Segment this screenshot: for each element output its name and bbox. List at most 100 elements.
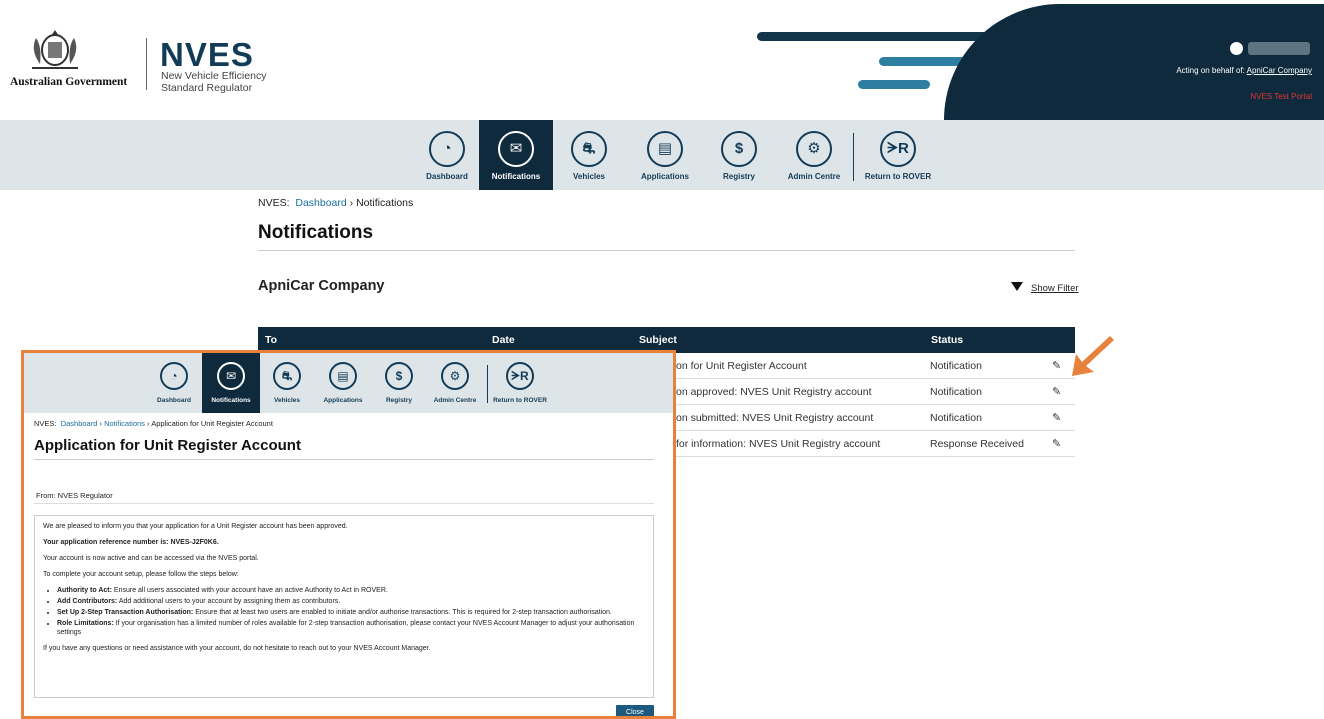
cell-subject: on for Unit Register Account: [676, 360, 807, 372]
from-divider: [34, 503, 654, 504]
page-title: Notifications: [258, 222, 374, 243]
step-text: If your organisation has a limited numbe…: [57, 620, 635, 636]
list-item: Add Contributors: Add additional users t…: [57, 597, 645, 606]
column-header-subject[interactable]: Subject: [639, 334, 677, 346]
speedometer-icon: ◔: [160, 362, 188, 390]
notification-from: From: NVES Regulator: [36, 491, 113, 500]
cell-status: Notification: [930, 386, 982, 398]
column-header-status[interactable]: Status: [931, 334, 963, 346]
body-paragraph: To complete your account setup, please f…: [43, 571, 239, 578]
user-name-redacted[interactable]: [1248, 42, 1310, 55]
nav-label: Return to ROVER: [864, 172, 932, 181]
title-divider: [34, 459, 654, 460]
nav-label: Registry: [722, 172, 755, 181]
breadcrumb-dashboard-link[interactable]: Dashboard: [61, 419, 98, 428]
nav-item-registry[interactable]: $ Registry: [706, 120, 772, 190]
nav-item-vehicles[interactable]: ⛐ Vehicles: [260, 353, 314, 413]
dollar-exchange-icon: $: [721, 131, 757, 167]
nav-divider: [853, 133, 854, 181]
nav-item-notifications[interactable]: ✉ Notifications: [202, 353, 260, 413]
edit-icon[interactable]: ✎: [1052, 359, 1061, 372]
body-paragraph: Your account is now active and can be ac…: [43, 555, 259, 562]
nav-label: Admin Centre: [787, 172, 841, 181]
nav-label: Vehicles: [572, 172, 606, 181]
main-nav: ◔ Dashboard ✉ Notifications ⛐ Vehicles ▤…: [0, 120, 1324, 190]
breadcrumb-dashboard-link[interactable]: Dashboard: [295, 197, 346, 209]
nav-label: Notifications: [491, 172, 541, 181]
callout-arrow-icon: [1072, 336, 1114, 376]
breadcrumb-separator: ›: [147, 419, 150, 428]
nav-label: Admin Centre: [433, 397, 477, 404]
gear-icon: ⚙: [441, 362, 469, 390]
logo-divider: [146, 38, 147, 90]
notification-detail-overlay: ◔ Dashboard ✉ Notifications ⛐ Vehicles ▤…: [21, 350, 676, 719]
header: Australian Government NVES New Vehicle E…: [0, 0, 1324, 120]
gear-icon: ⚙: [796, 131, 832, 167]
column-header-to[interactable]: To: [265, 334, 277, 346]
step-title: Role Limitations:: [57, 620, 114, 627]
edit-icon[interactable]: ✎: [1052, 411, 1061, 424]
nav-item-admin-centre[interactable]: ⚙ Admin Centre: [426, 353, 484, 413]
nav-item-notifications[interactable]: ✉ Notifications: [479, 120, 553, 190]
document-icon: ▤: [647, 131, 683, 167]
nav-label: Dashboard: [426, 172, 468, 181]
cell-status: Notification: [930, 412, 982, 424]
edit-icon[interactable]: ✎: [1052, 385, 1061, 398]
step-text: Ensure that at least two users are enabl…: [193, 609, 612, 616]
nav-label: Notifications: [211, 397, 251, 404]
nav-divider: [487, 365, 488, 403]
reference-number: Your application reference number is: NV…: [43, 539, 219, 546]
rover-icon: ᗒR: [506, 362, 534, 390]
nav-item-dashboard[interactable]: ◔ Dashboard: [414, 120, 480, 190]
nav-label: Vehicles: [273, 397, 301, 404]
nav-item-applications[interactable]: ▤ Applications: [315, 353, 371, 413]
nav-item-applications[interactable]: ▤ Applications: [630, 120, 700, 190]
cell-subject: on submitted: NVES Unit Registry account: [676, 412, 874, 424]
steps-list: Authority to Act: Ensure all users assoc…: [57, 586, 645, 637]
decorative-stripe: [858, 80, 930, 89]
company-name: ApniCar Company: [258, 278, 385, 294]
edit-icon[interactable]: ✎: [1052, 437, 1061, 450]
list-item: Authority to Act: Ensure all users assoc…: [57, 586, 645, 595]
nav-item-admin-centre[interactable]: ⚙ Admin Centre: [775, 120, 853, 190]
cell-status: Response Received: [930, 438, 1024, 450]
close-button[interactable]: Close: [616, 705, 654, 716]
speedometer-icon: ◔: [429, 131, 465, 167]
portal-label: NVES Test Portal: [1250, 92, 1312, 101]
column-header-date[interactable]: Date: [492, 334, 515, 346]
notification-body: We are pleased to inform you that your a…: [34, 515, 654, 698]
breadcrumb-current: Notifications: [356, 197, 414, 209]
body-paragraph: If you have any questions or need assist…: [43, 645, 431, 652]
step-text: Ensure all users associated with your ac…: [111, 587, 388, 594]
nav-item-return-to-rover[interactable]: ᗒR Return to ROVER: [490, 353, 550, 413]
breadcrumb-notifications-link[interactable]: Notifications: [104, 419, 145, 428]
nav-item-return-to-rover[interactable]: ᗒR Return to ROVER: [858, 120, 938, 190]
nav-item-dashboard[interactable]: ◔ Dashboard: [145, 353, 203, 413]
user-account-icon[interactable]: [1230, 42, 1243, 55]
nav-item-vehicles[interactable]: ⛐ Vehicles: [556, 120, 622, 190]
show-filter-link[interactable]: Show Filter: [1031, 283, 1079, 294]
acting-on-behalf: Acting on behalf of: ApniCar Company: [1176, 66, 1312, 75]
acting-company-link[interactable]: ApniCar Company: [1247, 66, 1312, 75]
car-leaf-icon: ⛐: [273, 362, 301, 390]
dollar-exchange-icon: $: [385, 362, 413, 390]
nav-label: Applications: [323, 397, 363, 404]
breadcrumb-prefix: NVES:: [34, 419, 57, 428]
step-title: Authority to Act:: [57, 587, 112, 594]
car-leaf-icon: ⛐: [571, 131, 607, 167]
filter-icon[interactable]: [1011, 282, 1023, 291]
logo-subtitle-line2: Standard Regulator: [161, 82, 253, 94]
decorative-stripe: [757, 32, 1007, 41]
rover-icon: ᗒR: [880, 131, 916, 167]
nav-label: Registry: [385, 397, 412, 404]
government-text: Australian Government: [10, 76, 128, 88]
nves-logo[interactable]: NVES: [160, 36, 254, 74]
list-item: Set Up 2-Step Transaction Authorisation:…: [57, 608, 645, 617]
nav-label: Applications: [640, 172, 689, 181]
cell-subject: for information: NVES Unit Registry acco…: [676, 438, 881, 450]
nav-item-registry[interactable]: $ Registry: [372, 353, 426, 413]
government-crest-logo: Australian Government: [10, 24, 140, 94]
step-title: Add Contributors:: [57, 598, 118, 605]
nves-logo-subtitle: New Vehicle Efficiency Standard Regulato…: [161, 70, 266, 94]
header-dark-panel: [944, 4, 1324, 120]
